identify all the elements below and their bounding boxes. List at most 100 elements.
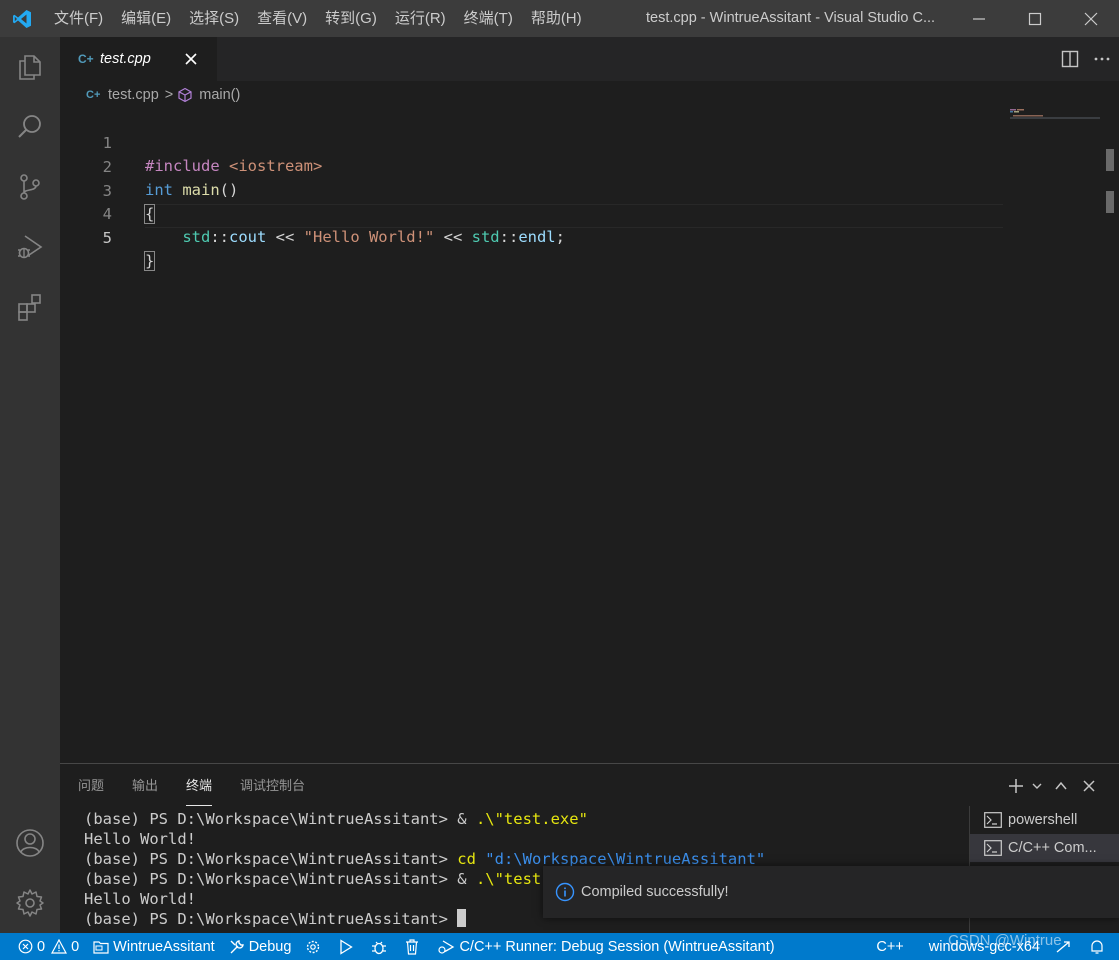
- explorer-button[interactable]: [0, 37, 60, 97]
- terminal-icon: [984, 840, 1002, 856]
- token: #include: [145, 157, 220, 175]
- menu-file[interactable]: 文件(F): [44, 0, 111, 37]
- settings-status-button[interactable]: [298, 933, 332, 960]
- menu-go[interactable]: 转到(G): [315, 0, 385, 37]
- chevron-down-icon: [1032, 783, 1042, 789]
- title-bar: 文件(F) 编辑(E) 选择(S) 查看(V) 转到(G) 运行(R) 终端(T…: [0, 0, 1119, 37]
- close-tab-button[interactable]: [181, 49, 201, 69]
- search-button[interactable]: [0, 97, 60, 157]
- tab-label: test.cpp: [100, 51, 151, 67]
- source-control-button[interactable]: [0, 157, 60, 217]
- menu-bar: 文件(F) 编辑(E) 选择(S) 查看(V) 转到(G) 运行(R) 终端(T…: [44, 0, 590, 37]
- run-status-button[interactable]: [332, 933, 364, 960]
- trash-icon: [406, 938, 419, 955]
- bug-icon: [372, 941, 387, 954]
- notification-toast[interactable]: Compiled successfully!: [543, 866, 1119, 918]
- search-icon: [18, 115, 41, 138]
- split-editor-button[interactable]: [1055, 44, 1085, 74]
- menu-view[interactable]: 查看(V): [247, 0, 315, 37]
- token: endl: [518, 228, 556, 246]
- plus-icon: [1009, 779, 1023, 793]
- tab-test-cpp[interactable]: C+ test.cpp: [60, 37, 217, 81]
- error-count: 0: [37, 938, 46, 955]
- menu-edit[interactable]: 编辑(E): [111, 0, 179, 37]
- maximize-panel-button[interactable]: [1047, 772, 1075, 800]
- source-control-icon: [20, 174, 40, 200]
- window-title: test.cpp - WintrueAssitant - Visual Stud…: [646, 10, 936, 26]
- menu-help[interactable]: 帮助(H): [521, 0, 590, 37]
- accounts-button[interactable]: [0, 813, 60, 873]
- extensions-button[interactable]: [0, 277, 60, 337]
- matching-brace: {: [143, 204, 156, 224]
- terminal-cursor: [457, 909, 467, 927]
- files-icon: [19, 55, 41, 80]
- notifications-button[interactable]: [1082, 933, 1119, 960]
- terminal-dropdown-button[interactable]: [1027, 772, 1047, 800]
- token: "Hello World!": [303, 228, 435, 246]
- bell-icon: [1091, 939, 1103, 954]
- breadcrumb-separator: >: [164, 87, 174, 103]
- editor-scrollbar[interactable]: [1104, 109, 1118, 763]
- language-mode[interactable]: C++: [869, 933, 921, 960]
- window-controls: [951, 0, 1119, 37]
- clean-status-button[interactable]: [398, 933, 430, 960]
- token: <iostream>: [219, 157, 323, 175]
- maximize-icon: [1028, 12, 1042, 25]
- run-debug-button[interactable]: [0, 217, 60, 277]
- cpp-file-icon: C+: [86, 89, 101, 101]
- debug-status-button[interactable]: [364, 933, 398, 960]
- run-debug-icon: [18, 235, 43, 259]
- current-line-highlight: [145, 204, 1003, 228]
- vscode-logo-icon: [0, 0, 44, 37]
- maximize-button[interactable]: [1007, 0, 1063, 37]
- more-actions-button[interactable]: [1087, 44, 1117, 74]
- menu-selection[interactable]: 选择(S): [179, 0, 247, 37]
- problems-status[interactable]: 0 0: [0, 933, 86, 960]
- breadcrumb-file[interactable]: test.cpp: [108, 87, 159, 103]
- extensions-icon: [18, 294, 41, 321]
- menu-run[interactable]: 运行(R): [385, 0, 454, 37]
- close-icon: [1084, 12, 1098, 25]
- breadcrumb: C+ test.cpp > main(): [60, 81, 1119, 109]
- token: std: [471, 228, 500, 246]
- close-icon: [185, 53, 197, 65]
- debug-alt-icon: [438, 939, 455, 954]
- breadcrumb-symbol[interactable]: main(): [199, 87, 240, 103]
- tab-output[interactable]: 输出: [132, 764, 158, 806]
- account-icon: [16, 829, 44, 857]
- token: ::: [210, 228, 229, 246]
- terminal-item-cpp-compile[interactable]: C/C++ Com...: [970, 834, 1119, 862]
- error-icon: [18, 939, 33, 954]
- manage-button[interactable]: [0, 873, 60, 933]
- code-editor[interactable]: 1 #include <iostream> 2 int main() 3 { 4…: [60, 109, 1119, 763]
- folder-status[interactable]: WintrueAssitant: [86, 933, 222, 960]
- minimap[interactable]: [1010, 109, 1104, 129]
- panel-tabs: 问题 输出 终端 调试控制台: [78, 764, 333, 806]
- tab-debug-console[interactable]: 调试控制台: [240, 764, 305, 806]
- close-window-button[interactable]: [1063, 0, 1119, 37]
- runner-status[interactable]: C/C++ Runner: Debug Session (WintrueAssi…: [430, 933, 781, 960]
- tab-terminal[interactable]: 终端: [186, 764, 213, 806]
- menu-terminal[interactable]: 终端(T): [454, 0, 521, 37]
- new-terminal-button[interactable]: [1005, 772, 1027, 800]
- warning-count: 0: [71, 938, 80, 955]
- token: ::: [499, 228, 519, 246]
- tools-icon: [230, 939, 244, 953]
- code-line: 3 {: [60, 157, 156, 224]
- editor-actions: [1055, 37, 1119, 81]
- terminal-item-powershell[interactable]: powershell: [970, 806, 1119, 834]
- activity-bar: [0, 37, 60, 933]
- token: (): [219, 181, 239, 199]
- build-type-status[interactable]: Debug: [222, 933, 299, 960]
- watermark: CSDN @Wintrue: [948, 932, 1062, 949]
- code-line: 4 std::cout << "Hello World!" << std::en…: [60, 180, 565, 246]
- chevron-up-icon: [1055, 781, 1067, 790]
- minimize-icon: [973, 17, 985, 20]
- tab-problems[interactable]: 问题: [78, 764, 104, 806]
- token: int: [145, 181, 173, 199]
- minimize-button[interactable]: [951, 0, 1007, 37]
- terminal-icon: [984, 812, 1002, 828]
- close-panel-button[interactable]: [1075, 772, 1103, 800]
- ellipsis-icon: [1094, 57, 1110, 61]
